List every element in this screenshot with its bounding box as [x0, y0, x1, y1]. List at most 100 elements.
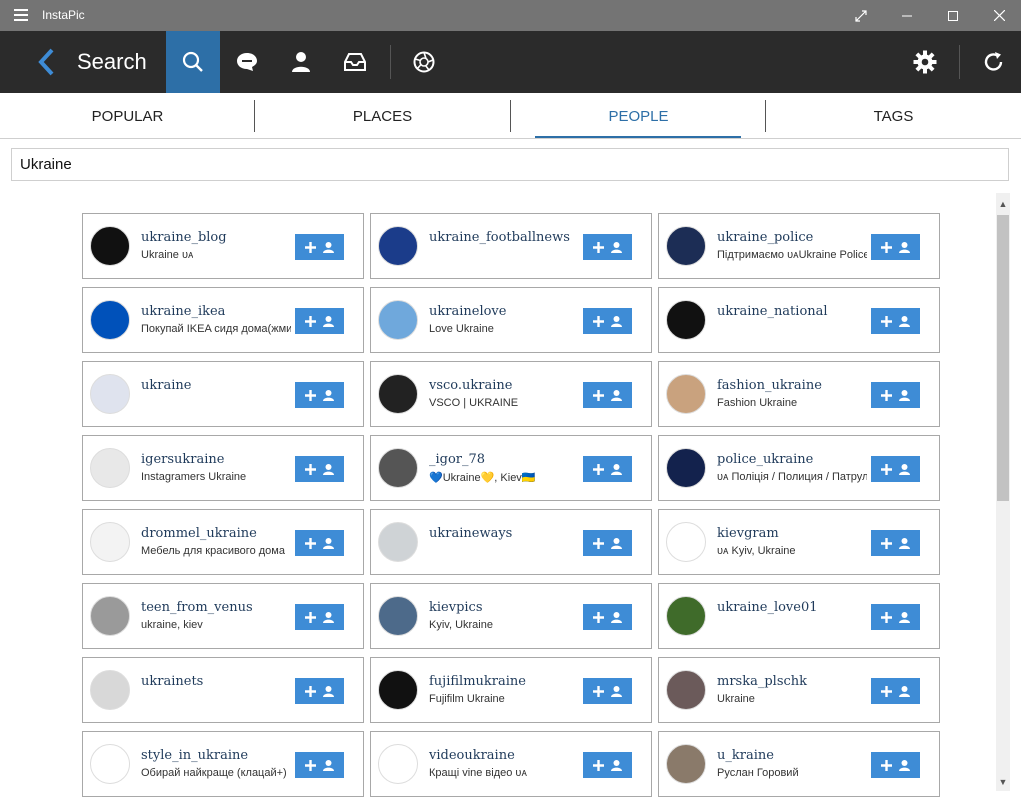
avatar[interactable] [90, 226, 130, 266]
user-card[interactable]: kievpics Kyiv, Ukraine [370, 583, 652, 649]
follow-button[interactable] [583, 752, 632, 778]
follow-button[interactable] [583, 234, 632, 260]
avatar[interactable] [378, 744, 418, 784]
avatar[interactable] [378, 670, 418, 710]
avatar[interactable] [90, 596, 130, 636]
avatar[interactable] [378, 300, 418, 340]
gear-icon[interactable] [898, 31, 952, 93]
follow-button[interactable] [871, 308, 920, 334]
user-card[interactable]: police_ukraine ᴜᴀ Поліція / Полиция / Пат… [658, 435, 940, 501]
avatar[interactable] [90, 374, 130, 414]
user-card[interactable]: ukraine_national [658, 287, 940, 353]
follow-button[interactable] [295, 456, 344, 482]
tab-people[interactable]: PEOPLE [511, 93, 766, 138]
avatar[interactable] [666, 374, 706, 414]
username[interactable]: ukraine [141, 378, 191, 393]
tab-places[interactable]: PLACES [255, 93, 510, 138]
follow-button[interactable] [583, 604, 632, 630]
username[interactable]: u_kraine [717, 748, 774, 763]
user-card[interactable]: igersukraine Instagramers Ukraine [82, 435, 364, 501]
avatar[interactable] [378, 596, 418, 636]
username[interactable]: _igor_78 [429, 452, 485, 467]
user-card[interactable]: fujifilmukraine Fujifilm Ukraine [370, 657, 652, 723]
user-card[interactable]: vsco.ukraine VSCO | UKRAINE [370, 361, 652, 427]
follow-button[interactable] [295, 752, 344, 778]
follow-button[interactable] [295, 308, 344, 334]
scroll-down-icon[interactable]: ▼ [996, 775, 1010, 789]
search-icon[interactable] [166, 31, 220, 93]
follow-button[interactable] [295, 530, 344, 556]
user-card[interactable]: kievgram ᴜᴀ Kyiv, Ukraine [658, 509, 940, 575]
minimize-icon[interactable] [884, 0, 930, 31]
user-card[interactable]: ukraine_love01 [658, 583, 940, 649]
username[interactable]: ukrainelove [429, 304, 506, 319]
user-card[interactable]: ukrainets [82, 657, 364, 723]
avatar[interactable] [666, 670, 706, 710]
user-card[interactable]: _igor_78 💙Ukraine💛, Kiev🇺🇦 [370, 435, 652, 501]
avatar[interactable] [90, 448, 130, 488]
aperture-icon[interactable] [397, 31, 451, 93]
scrollbar[interactable]: ▲ ▼ [996, 193, 1010, 791]
username[interactable]: kievpics [429, 600, 483, 615]
back-arrow-icon[interactable] [36, 48, 56, 76]
inbox-icon[interactable] [328, 31, 382, 93]
user-card[interactable]: ukrainelove Love Ukraine [370, 287, 652, 353]
user-card[interactable]: mrska_plschk Ukraine [658, 657, 940, 723]
follow-button[interactable] [871, 234, 920, 260]
avatar[interactable] [666, 596, 706, 636]
username[interactable]: teen_from_venus [141, 600, 253, 615]
avatar[interactable] [90, 522, 130, 562]
search-input[interactable] [11, 148, 1009, 181]
close-icon[interactable] [976, 0, 1021, 31]
username[interactable]: police_ukraine [717, 452, 813, 467]
refresh-icon[interactable] [967, 31, 1021, 93]
avatar[interactable] [666, 226, 706, 266]
fullscreen-icon[interactable] [838, 0, 884, 31]
user-card[interactable]: ukraine_blog Ukraine ᴜᴀ [82, 213, 364, 279]
hamburger-menu-icon[interactable] [14, 9, 28, 21]
user-card[interactable]: fashion_ukraine Fashion Ukraine [658, 361, 940, 427]
avatar[interactable] [378, 374, 418, 414]
user-card[interactable]: drommel_ukraine Мебель для красивого дома [82, 509, 364, 575]
username[interactable]: videoukraine [429, 748, 515, 763]
user-card[interactable]: videoukraine Кращі vine відео ᴜᴀ [370, 731, 652, 797]
chat-icon[interactable] [220, 31, 274, 93]
follow-button[interactable] [871, 382, 920, 408]
user-card[interactable]: ukraine_footballnews [370, 213, 652, 279]
follow-button[interactable] [295, 678, 344, 704]
username[interactable]: ukrainets [141, 674, 203, 689]
username[interactable]: ukraine_police [717, 230, 813, 245]
avatar[interactable] [666, 744, 706, 784]
username[interactable]: mrska_plschk [717, 674, 807, 689]
follow-button[interactable] [583, 530, 632, 556]
username[interactable]: style_in_ukraine [141, 748, 248, 763]
scroll-up-icon[interactable]: ▲ [996, 197, 1010, 211]
username[interactable]: ukraine_ikea [141, 304, 225, 319]
user-card[interactable]: ukraine_ikea Покупай IKEA сидя дома(жмите [82, 287, 364, 353]
avatar[interactable] [666, 300, 706, 340]
avatar[interactable] [666, 522, 706, 562]
avatar[interactable] [378, 226, 418, 266]
person-icon[interactable] [274, 31, 328, 93]
follow-button[interactable] [871, 752, 920, 778]
avatar[interactable] [378, 448, 418, 488]
avatar[interactable] [90, 670, 130, 710]
follow-button[interactable] [295, 234, 344, 260]
user-card[interactable]: u_kraine Руслан Горовий [658, 731, 940, 797]
username[interactable]: ukraine_love01 [717, 600, 818, 615]
user-card[interactable]: teen_from_venus ukraine, kiev [82, 583, 364, 649]
username[interactable]: ukraine_national [717, 304, 828, 319]
avatar[interactable] [666, 448, 706, 488]
username[interactable]: kievgram [717, 526, 779, 541]
scrollbar-thumb[interactable] [997, 215, 1009, 501]
follow-button[interactable] [583, 456, 632, 482]
tab-popular[interactable]: POPULAR [0, 93, 255, 138]
username[interactable]: igersukraine [141, 452, 225, 467]
follow-button[interactable] [871, 530, 920, 556]
tab-tags[interactable]: TAGS [766, 93, 1021, 138]
username[interactable]: ukraine_blog [141, 230, 227, 245]
follow-button[interactable] [871, 456, 920, 482]
follow-button[interactable] [871, 678, 920, 704]
follow-button[interactable] [871, 604, 920, 630]
avatar[interactable] [90, 300, 130, 340]
